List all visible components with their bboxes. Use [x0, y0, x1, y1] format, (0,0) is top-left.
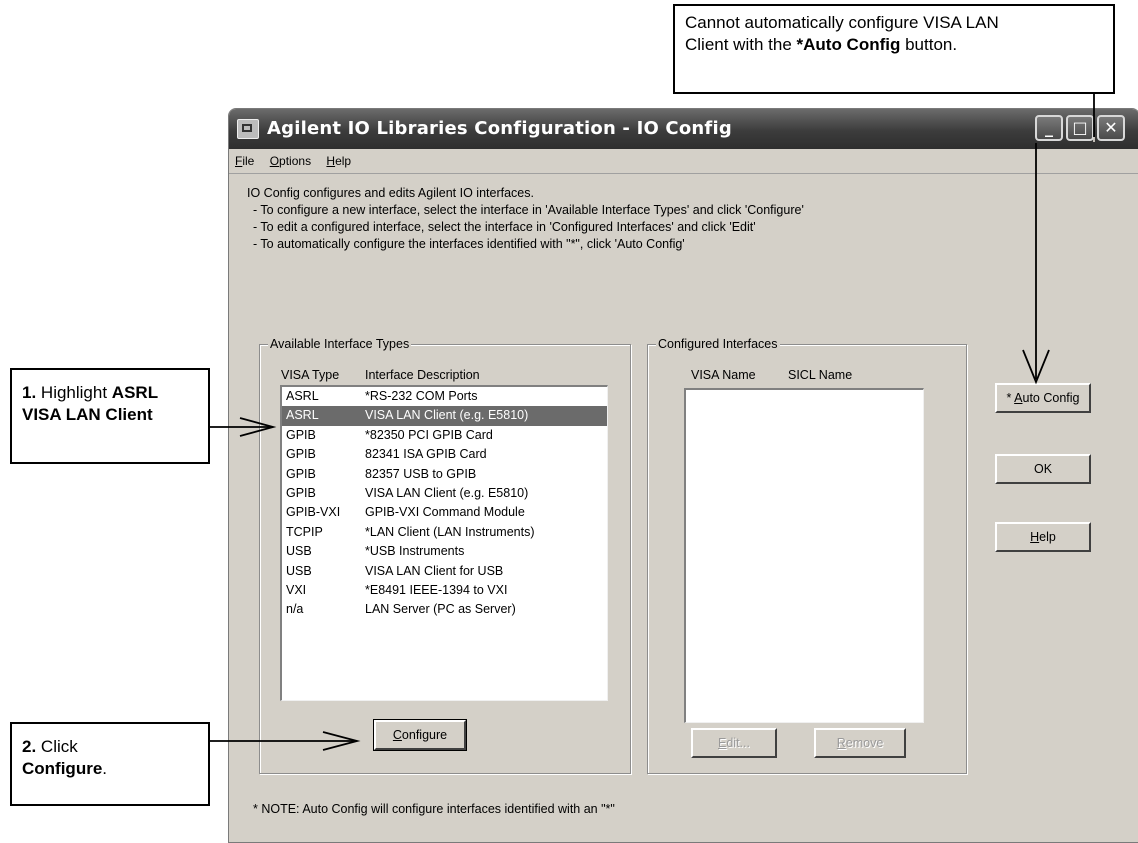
interface-visa-type: ASRL — [286, 389, 319, 403]
interface-row[interactable]: n/a LAN Server (PC as Server) — [282, 600, 607, 619]
edit-button[interactable]: Edit... — [691, 728, 777, 758]
interface-visa-type: GPIB — [286, 466, 316, 481]
interface-row[interactable]: ASRL VISA LAN Client (e.g. E5810) — [282, 406, 607, 426]
available-interface-types-group: Available Interface Types VISA Type Inte… — [259, 336, 631, 774]
step2-callout: 2. Click Configure. — [10, 722, 210, 806]
col-sicl-name: SICL Name — [788, 368, 853, 382]
col-visa-name: VISA Name — [691, 368, 756, 382]
io-config-window: Agilent IO Libraries Configuration - IO … — [228, 108, 1138, 843]
col-interface-description: Interface Description — [365, 368, 480, 382]
interface-description: LAN Server (PC as Server) — [365, 602, 516, 617]
help-button[interactable]: Help — [995, 522, 1091, 552]
interface-description: GPIB-VXI Command Module — [365, 505, 525, 520]
interface-row[interactable]: GPIB VISA LAN Client (e.g. E5810) — [282, 484, 607, 503]
title-bar[interactable]: Agilent IO Libraries Configuration - IO … — [229, 109, 1138, 149]
auto-config-note: * NOTE: Auto Config will configure inter… — [253, 802, 615, 816]
interface-visa-type: USB — [286, 563, 312, 578]
interface-description: 82357 USB to GPIB — [365, 466, 477, 481]
interface-row[interactable]: GPIB *82350 PCI GPIB Card — [282, 426, 607, 445]
app-icon[interactable] — [237, 119, 259, 139]
menu-file[interactable]: File — [229, 149, 260, 173]
configured-interfaces-group: Configured Interfaces VISA Name SICL Nam… — [647, 336, 967, 774]
callout-line-1: Cannot automatically configure VISA LAN — [685, 13, 999, 32]
interface-row[interactable]: GPIB 82357 USB to GPIB — [282, 465, 607, 484]
auto-config-callout: Cannot automatically configure VISA LAN … — [673, 4, 1115, 94]
close-button[interactable]: ✕ — [1097, 115, 1125, 141]
menu-help[interactable]: Help — [320, 149, 357, 173]
interface-row[interactable]: VXI *E8491 IEEE-1394 to VXI — [282, 581, 607, 600]
interface-visa-type: GPIB — [286, 427, 316, 442]
interface-visa-type: n/a — [286, 602, 304, 617]
configured-group-label: Configured Interfaces — [656, 336, 780, 352]
interface-row[interactable]: GPIB 82341 ISA GPIB Card — [282, 445, 607, 464]
col-visa-type: VISA Type — [281, 368, 340, 382]
interface-row[interactable]: USB VISA LAN Client for USB — [282, 562, 607, 581]
configured-interfaces-list[interactable] — [684, 388, 924, 723]
menu-bar: File Options Help — [229, 149, 1138, 174]
configure-button[interactable]: Configure — [373, 719, 467, 751]
interface-row[interactable]: TCPIP *LAN Client (LAN Instruments) — [282, 523, 607, 542]
interface-row[interactable]: USB *USB Instruments — [282, 542, 607, 561]
available-interfaces-list[interactable]: ASRL *RS-232 COM Ports ASRL VISA LAN Client… — [280, 385, 608, 701]
interface-description: *82350 PCI GPIB Card — [365, 427, 493, 442]
interface-description: *LAN Client (LAN Instruments) — [365, 524, 535, 539]
maximize-button[interactable]: □ — [1066, 115, 1094, 141]
ok-button[interactable]: OK — [995, 454, 1091, 484]
interface-description: *USB Instruments — [365, 544, 465, 559]
minimize-button[interactable]: _ — [1035, 115, 1063, 141]
interface-row[interactable]: ASRL *RS-232 COM Ports — [282, 387, 607, 406]
remove-button[interactable]: Remove — [814, 728, 906, 758]
interface-visa-type: GPIB — [286, 485, 316, 500]
interface-description: VISA LAN Client (e.g. E5810) — [365, 485, 529, 500]
available-group-label: Available Interface Types — [268, 336, 412, 352]
interface-visa-type: ASRL — [286, 408, 319, 423]
interface-description: *RS-232 COM Ports — [365, 389, 478, 403]
interface-visa-type: TCPIP — [286, 524, 323, 539]
interface-visa-type: USB — [286, 544, 312, 559]
interface-row[interactable]: GPIB-VXI GPIB-VXI Command Module — [282, 503, 607, 522]
menu-options[interactable]: Options — [264, 149, 317, 173]
window-title: Agilent IO Libraries Configuration - IO … — [267, 118, 732, 139]
interface-visa-type: GPIB-VXI — [286, 505, 341, 520]
interface-visa-type: GPIB — [286, 447, 316, 462]
auto-config-button[interactable]: * Auto Config — [995, 383, 1091, 413]
interface-description: 82341 ISA GPIB Card — [365, 447, 487, 462]
interface-description: VISA LAN Client for USB — [365, 563, 504, 578]
interface-description: *E8491 IEEE-1394 to VXI — [365, 582, 508, 597]
interface-visa-type: VXI — [286, 582, 307, 597]
callout-line-2: Client with the *Auto Config button. — [685, 35, 958, 54]
interface-description: VISA LAN Client (e.g. E5810) — [365, 408, 529, 423]
instructions: IO Config configures and edits Agilent I… — [247, 186, 804, 251]
step1-callout: 1. Highlight ASRL VISA LAN Client — [10, 368, 210, 464]
